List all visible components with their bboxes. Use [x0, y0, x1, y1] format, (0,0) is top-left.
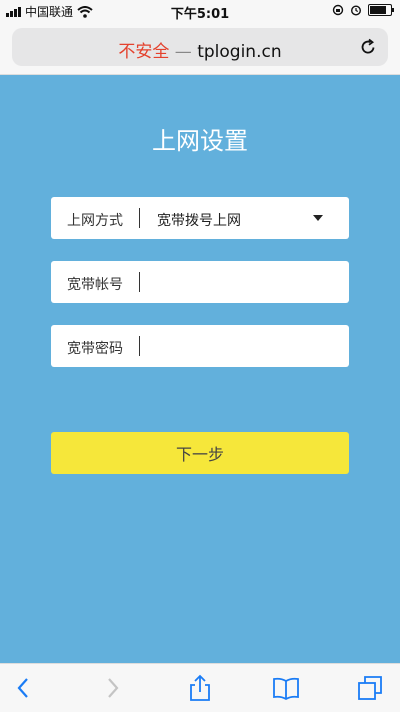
account-field: 宽带帐号 [51, 261, 349, 303]
field-divider [139, 272, 140, 292]
back-icon[interactable] [10, 674, 38, 702]
status-bar: 中国联通 下午5:01 [0, 0, 400, 22]
share-icon[interactable] [186, 674, 214, 702]
battery-icon [368, 4, 394, 16]
password-label: 宽带密码 [67, 341, 123, 357]
orientation-lock-icon [332, 4, 344, 16]
connection-type-select[interactable]: 上网方式 宽带拨号上网 [51, 197, 349, 239]
connection-type-value: 宽带拨号上网 [157, 213, 241, 229]
tabs-icon[interactable] [356, 674, 384, 702]
next-button[interactable]: 下一步 [51, 432, 349, 474]
page-content: 上网设置 上网方式 宽带拨号上网 宽带帐号 宽带密码 下一步 [0, 75, 400, 663]
bookmarks-icon[interactable] [272, 674, 300, 702]
field-divider [139, 208, 140, 228]
url-host: tplogin.cn [197, 42, 282, 62]
account-label: 宽带帐号 [67, 277, 123, 293]
account-input[interactable] [147, 269, 337, 295]
address-bar[interactable]: 不安全 — tplogin.cn [12, 28, 388, 66]
field-divider [139, 336, 140, 356]
forward-icon[interactable] [98, 674, 126, 702]
url-separator: — [174, 42, 192, 62]
dropdown-arrow-icon[interactable] [313, 215, 323, 221]
not-secure-label: 不安全 [118, 42, 170, 62]
status-right [332, 4, 394, 16]
battery-fill [370, 6, 387, 14]
password-field: 宽带密码 [51, 325, 349, 367]
page-title: 上网设置 [152, 127, 248, 155]
password-input[interactable] [147, 333, 337, 359]
reload-icon[interactable] [358, 37, 378, 57]
url-text[interactable]: 不安全 — tplogin.cn [12, 37, 388, 62]
browser-url-area: 不安全 — tplogin.cn [0, 22, 400, 75]
connection-type-label: 上网方式 [67, 213, 123, 229]
alarm-icon [350, 5, 362, 16]
browser-toolbar [0, 663, 400, 712]
